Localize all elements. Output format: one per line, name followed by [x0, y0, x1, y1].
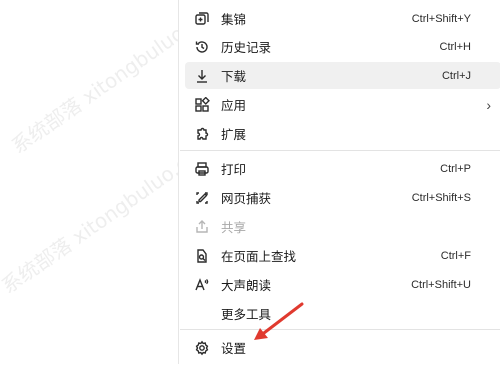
- shortcut-text: Ctrl+H: [439, 40, 471, 53]
- extensions-icon: [193, 125, 211, 143]
- gear-icon: [193, 339, 211, 357]
- menu-item-label: 集锦: [221, 13, 247, 27]
- shortcut-text: Ctrl+P: [440, 162, 471, 175]
- web-capture-icon: [193, 189, 211, 207]
- menu-item-find-on-page[interactable]: 在页面上查找 Ctrl+F: [185, 242, 500, 269]
- menu-item-label: 扩展: [221, 128, 247, 142]
- menu-item-label: 共享: [221, 221, 247, 235]
- share-icon: [193, 218, 211, 236]
- find-icon: [193, 247, 211, 265]
- menu-item-label: 大声朗读: [221, 279, 272, 293]
- menu-item-label: 历史记录: [221, 41, 272, 55]
- print-icon: [193, 160, 211, 178]
- download-icon: [193, 67, 211, 85]
- shortcut-text: Ctrl+F: [440, 249, 471, 262]
- menu-item-label: 下载: [221, 70, 247, 84]
- menu-divider: [180, 329, 500, 330]
- menu-item-label: 应用: [221, 99, 247, 113]
- menu-item-read-aloud[interactable]: 大声朗读 Ctrl+Shift+U: [185, 271, 500, 298]
- menu-item-history[interactable]: 历史记录 Ctrl+H: [185, 33, 500, 60]
- browser-more-menu: 集锦 Ctrl+Shift+Y 历史记录 Ctrl+H 下载 Ctrl+J 应用…: [178, 0, 500, 364]
- shortcut-text: Ctrl+Shift+U: [411, 278, 471, 291]
- menu-item-label: 设置: [221, 342, 247, 356]
- menu-item-label: 网页捕获: [221, 192, 272, 206]
- shortcut-text: Ctrl+Shift+Y: [411, 12, 471, 25]
- red-arrow-annotation: [254, 302, 304, 340]
- apps-icon: [193, 96, 211, 114]
- menu-item-label: 在页面上查找: [221, 250, 297, 264]
- read-aloud-icon: [193, 276, 211, 294]
- menu-item-more-tools[interactable]: 更多工具: [185, 300, 500, 327]
- menu-item-settings[interactable]: 设置: [185, 334, 500, 361]
- menu-item-apps[interactable]: 应用 ›: [185, 91, 500, 118]
- collections-icon: [193, 10, 211, 28]
- chevron-right-icon: ›: [486, 96, 491, 113]
- menu-item-extensions[interactable]: 扩展: [185, 120, 500, 147]
- history-icon: [193, 38, 211, 56]
- shortcut-text: Ctrl+Shift+S: [411, 191, 471, 204]
- shortcut-text: Ctrl+J: [441, 69, 471, 82]
- menu-item-collections[interactable]: 集锦 Ctrl+Shift+Y: [185, 5, 500, 32]
- menu-divider: [180, 150, 500, 151]
- menu-item-label: 打印: [221, 163, 247, 177]
- menu-item-web-capture[interactable]: 网页捕获 Ctrl+Shift+S: [185, 184, 500, 211]
- menu-item-print[interactable]: 打印 Ctrl+P: [185, 155, 500, 182]
- menu-item-downloads[interactable]: 下载 Ctrl+J: [185, 62, 500, 89]
- menu-item-share: 共享: [185, 213, 500, 240]
